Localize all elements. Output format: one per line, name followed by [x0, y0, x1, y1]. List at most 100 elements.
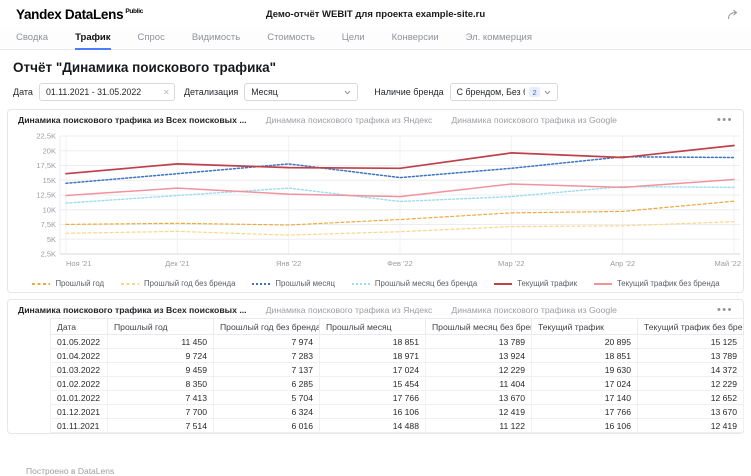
svg-text:15K: 15K: [43, 176, 56, 185]
table-header-row: ДатаПрошлый годПрошлый год без брендаПро…: [51, 319, 744, 335]
cell-value: 6 324: [214, 405, 320, 419]
column-header-3[interactable]: Прошлый месяц: [320, 319, 426, 335]
column-header-5[interactable]: Текущий трафик: [532, 319, 638, 335]
filter-detail: Детализация Месяц: [184, 83, 358, 101]
cell-value: 17 140: [532, 391, 638, 405]
cell-value: 14 372: [638, 363, 744, 377]
column-header-2[interactable]: Прошлый год без бренда: [214, 319, 320, 335]
nav-tab-эл-коммерция[interactable]: Эл. коммерция: [466, 32, 532, 49]
cell-value: 16 106: [320, 405, 426, 419]
legend-item-5[interactable]: Текущий трафик без бренда: [593, 279, 720, 288]
legend-label: Прошлый месяц: [275, 279, 335, 288]
cell-value: 7 700: [108, 405, 214, 419]
cell-value: 9 459: [108, 363, 214, 377]
legend-item-3[interactable]: Прошлый месяц без бренда: [351, 279, 477, 288]
table-tab-1[interactable]: Динамика поискового трафика из Яндекс: [266, 305, 433, 315]
table-tab-group: Динамика поискового трафика из Всех поис…: [18, 305, 617, 315]
date-range-value[interactable]: [46, 87, 159, 97]
filter-brand: Наличие бренда С брендом, Без бренда 2: [374, 83, 557, 101]
cell-value: 11 450: [108, 335, 214, 349]
svg-text:Фев '22: Фев '22: [387, 259, 413, 268]
built-with-label: Построено в DataLens: [26, 466, 751, 476]
chart-svg: 2,5K5K7,5K10K12,5K15K17,5K20K22,5KНоя '2…: [8, 128, 743, 276]
cell-value: 12 229: [638, 377, 744, 391]
cell-value: 12 229: [426, 363, 532, 377]
table-row: 01.04.20229 7247 28318 97113 92418 85113…: [51, 349, 744, 363]
legend-label: Прошлый год: [55, 279, 104, 288]
detail-select[interactable]: Месяц: [244, 83, 358, 101]
cell-value: 13 670: [426, 391, 532, 405]
table-tab-2[interactable]: Динамика поискового трафика из Google: [451, 305, 617, 315]
nav-tab-сводка[interactable]: Сводка: [16, 32, 48, 49]
legend-item-2[interactable]: Прошлый месяц: [251, 279, 335, 288]
svg-text:12,5K: 12,5K: [36, 191, 56, 200]
svg-text:Май '22: Май '22: [714, 259, 741, 268]
svg-text:10K: 10K: [43, 205, 56, 214]
legend-item-0[interactable]: Прошлый год: [31, 279, 104, 288]
brand-select-value: С брендом, Без бренда: [457, 87, 526, 97]
chart-widget: Динамика поискового трафика из Всех поис…: [7, 109, 744, 293]
nav-tab-цели[interactable]: Цели: [342, 32, 365, 49]
filter-date: Дата ✕: [13, 83, 175, 101]
selected-count-badge: 2: [529, 87, 539, 97]
cell-value: 11 404: [426, 377, 532, 391]
cell-date: 01.04.2022: [51, 349, 108, 363]
table-row: 01.12.20217 7006 32416 10612 41917 76613…: [51, 405, 744, 419]
cell-date: 01.11.2021: [51, 419, 108, 433]
table-row: 01.03.20229 4597 13717 02412 22919 63014…: [51, 363, 744, 377]
legend-line-icon: [493, 281, 513, 287]
nav-tab-bar: Сводка Трафик Спрос Видимость Стоимость Цели К…: [0, 28, 751, 50]
chevron-down-icon: [344, 90, 351, 95]
nav-tab-видимость[interactable]: Видимость: [192, 32, 240, 49]
table-widget: Динамика поискового трафика из Всех поис…: [7, 299, 744, 434]
nav-tab-спрос[interactable]: Спрос: [138, 32, 165, 49]
chart-tab-0[interactable]: Динамика поискового трафика из Всех поис…: [18, 115, 247, 125]
filter-bar: Дата ✕ Детализация Месяц Наличие бренда …: [13, 83, 751, 101]
cell-value: 15 125: [638, 335, 744, 349]
chart-tab-group: Динамика поискового трафика из Всех поис…: [18, 115, 617, 125]
nav-tab-трафик[interactable]: Трафик: [75, 32, 110, 50]
table-row: 01.01.20227 4135 70417 76613 67017 14012…: [51, 391, 744, 405]
legend-line-icon: [120, 281, 140, 287]
nav-tab-стоимость[interactable]: Стоимость: [267, 32, 315, 49]
page-title: Отчёт "Динамика поискового трафика": [13, 60, 735, 75]
chart-tab-1[interactable]: Динамика поискового трафика из Яндекс: [266, 115, 433, 125]
kebab-menu-icon[interactable]: •••: [717, 307, 733, 313]
cell-value: 13 924: [426, 349, 532, 363]
cell-value: 12 419: [638, 419, 744, 433]
legend-item-4[interactable]: Текущий трафик: [493, 279, 577, 288]
table-row: 01.02.20228 3506 28515 45411 40417 02412…: [51, 377, 744, 391]
cell-value: 19 630: [532, 363, 638, 377]
chart-widget-tabs: Динамика поискового трафика из Всех поис…: [8, 110, 743, 128]
share-icon[interactable]: [727, 9, 739, 20]
legend-line-icon: [251, 281, 271, 287]
chart-legend: Прошлый год Прошлый год без бренда Прошлый…: [8, 277, 743, 290]
clear-icon[interactable]: ✕: [163, 88, 170, 97]
brand-logo[interactable]: Yandex DataLensPublic: [16, 7, 143, 22]
legend-item-1[interactable]: Прошлый год без бренда: [120, 279, 235, 288]
cell-value: 11 122: [426, 419, 532, 433]
kebab-menu-icon[interactable]: •••: [717, 117, 733, 123]
chevron-down-icon: [544, 90, 551, 95]
cell-date: 01.12.2021: [51, 405, 108, 419]
cell-value: 5 704: [214, 391, 320, 405]
cell-value: 6 016: [214, 419, 320, 433]
svg-text:2,5K: 2,5K: [41, 250, 56, 259]
column-header-0[interactable]: Дата: [51, 319, 108, 335]
table-tab-0[interactable]: Динамика поискового трафика из Всех поис…: [18, 305, 247, 315]
svg-text:Ноя '21: Ноя '21: [66, 259, 92, 268]
nav-tab-конверсии[interactable]: Конверсии: [392, 32, 439, 49]
table-row: 01.05.202211 4507 97418 85113 78920 8951…: [51, 335, 744, 349]
brand-select[interactable]: С брендом, Без бренда 2: [450, 83, 558, 101]
cell-value: 12 419: [426, 405, 532, 419]
column-header-4[interactable]: Прошлый месяц без бренда: [426, 319, 532, 335]
date-range-input[interactable]: ✕: [39, 83, 175, 101]
chart-tab-2[interactable]: Динамика поискового трафика из Google: [451, 115, 617, 125]
line-chart[interactable]: 2,5K5K7,5K10K12,5K15K17,5K20K22,5KНоя '2…: [8, 128, 743, 276]
column-header-1[interactable]: Прошлый год: [108, 319, 214, 335]
svg-text:17,5K: 17,5K: [36, 161, 56, 170]
column-header-6[interactable]: Текущий трафик без бренда: [638, 319, 744, 335]
cell-value: 7 413: [108, 391, 214, 405]
brand-filter-label: Наличие бренда: [374, 87, 443, 97]
svg-text:7,5K: 7,5K: [41, 220, 56, 229]
